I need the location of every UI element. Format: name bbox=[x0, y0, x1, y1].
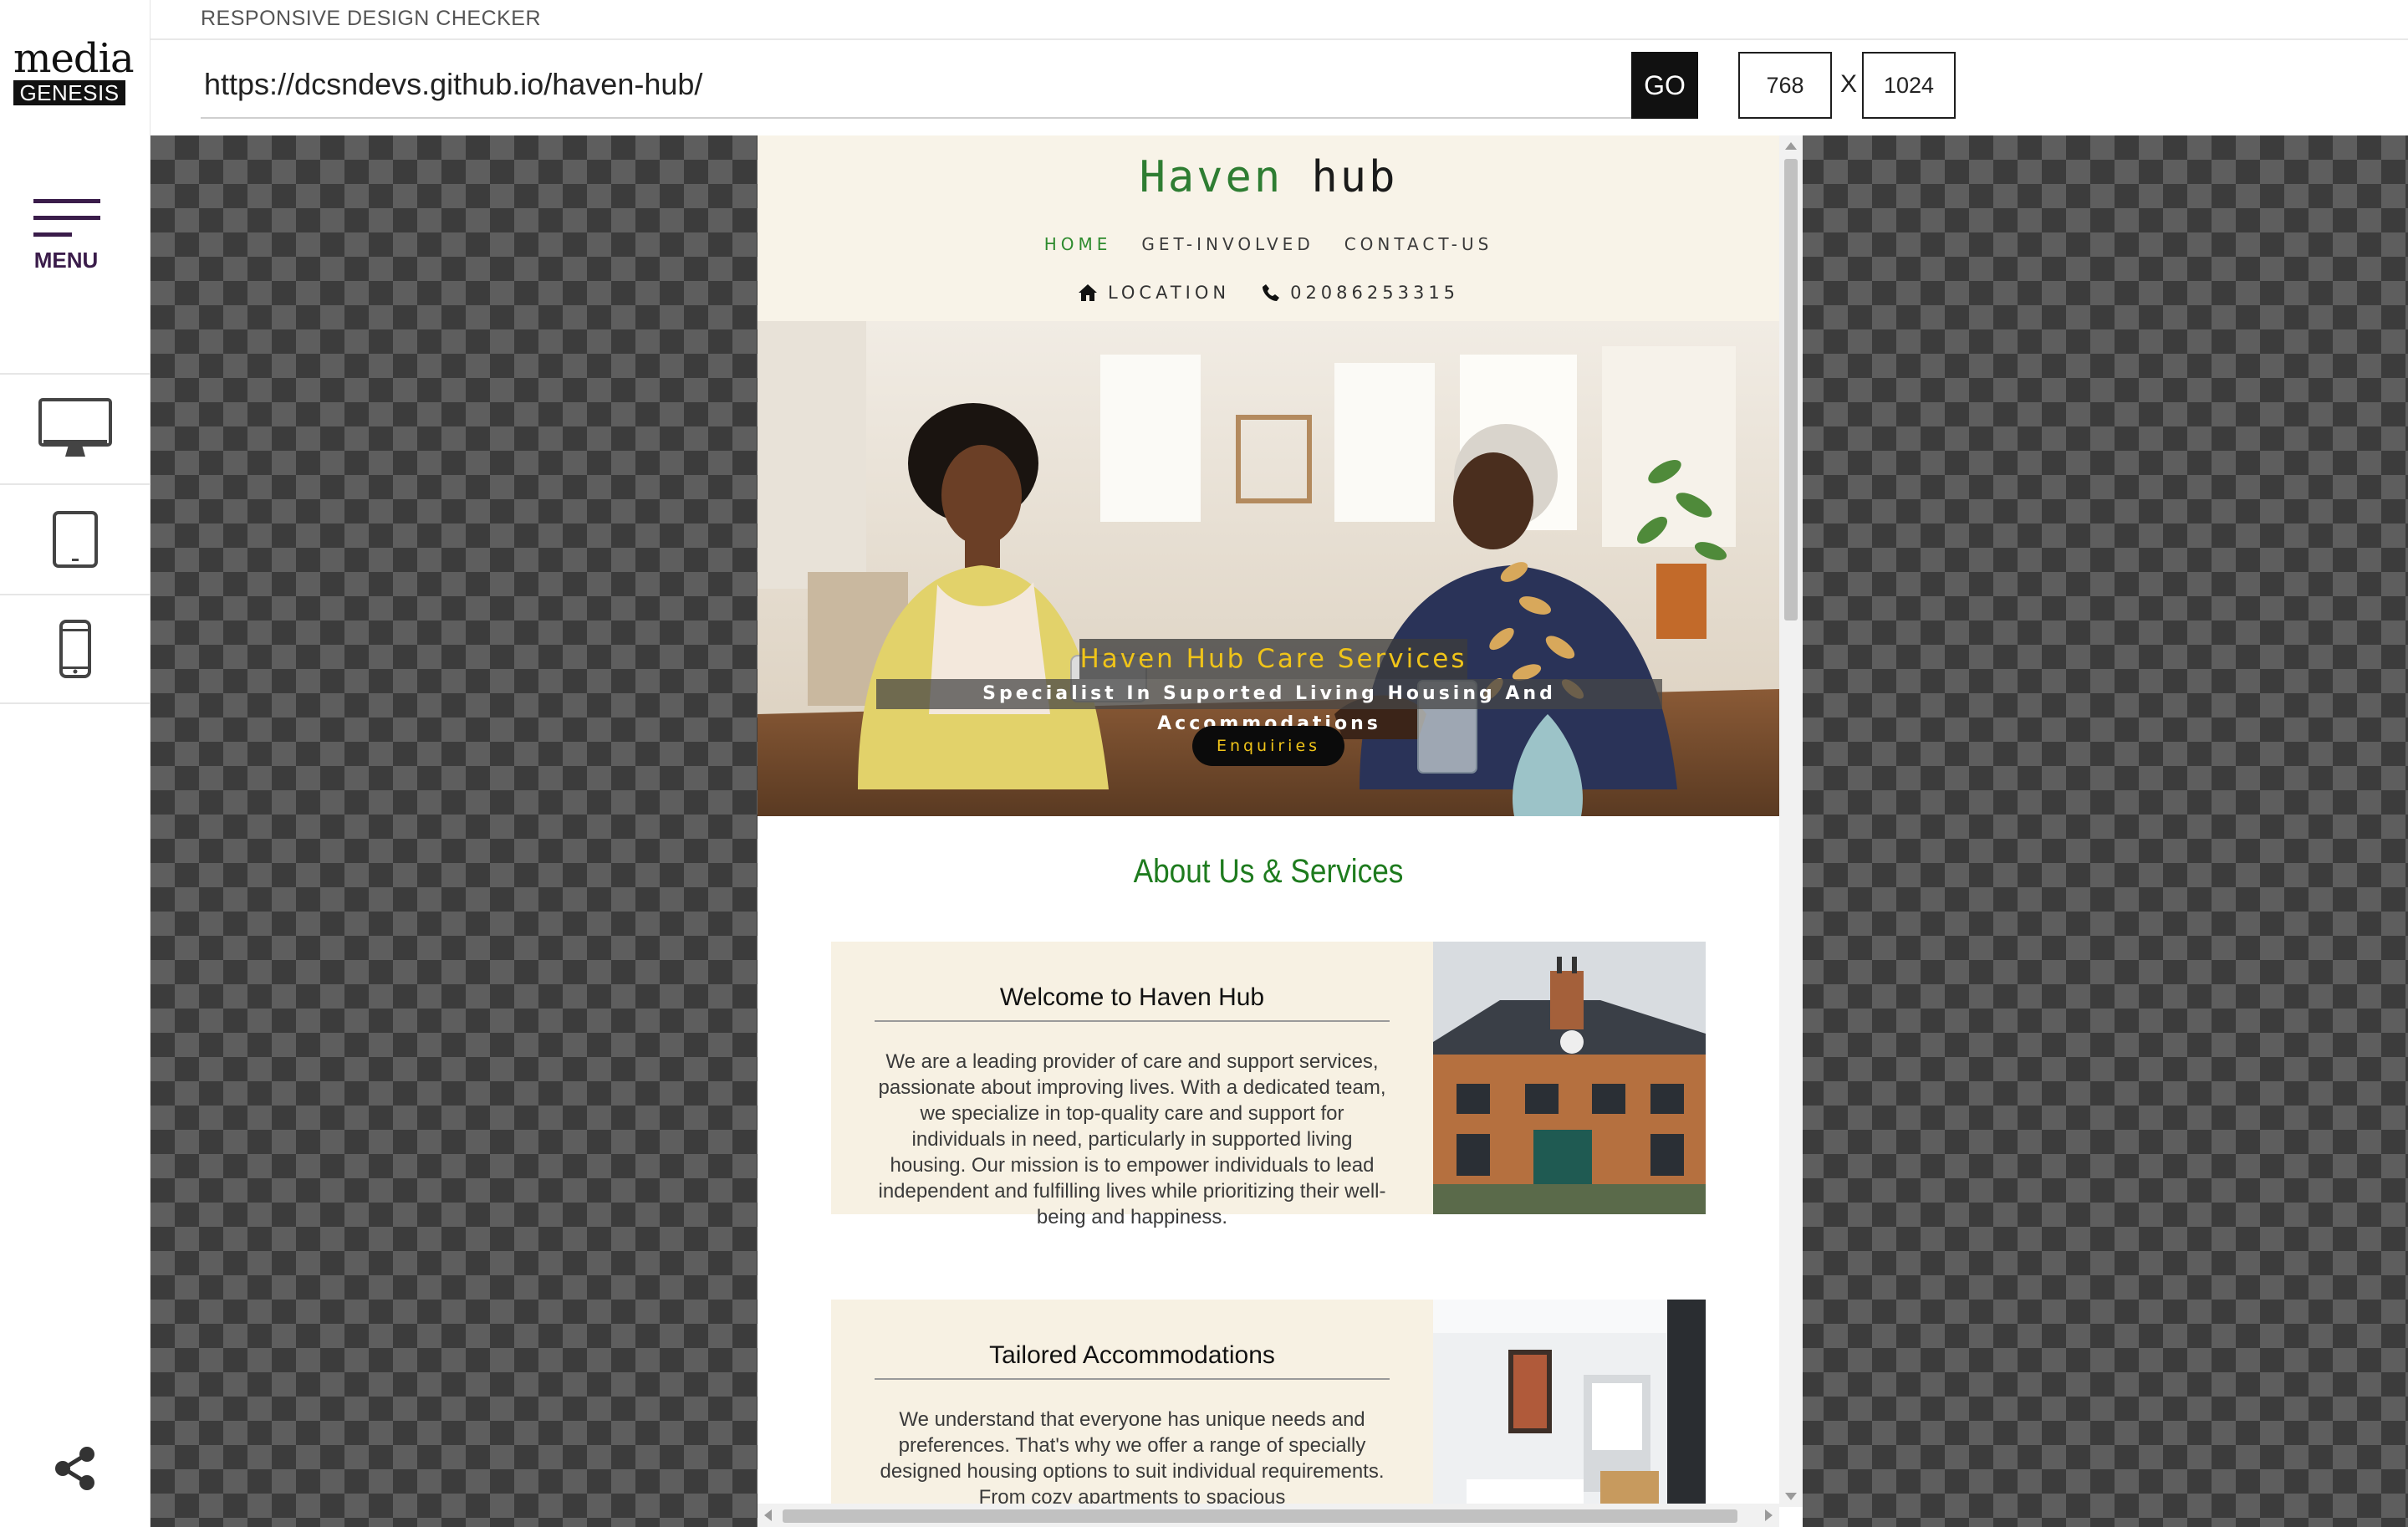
site-preview[interactable]: Haven hub HOME GET-INVOLVED CONTACT-US L… bbox=[758, 135, 1779, 1515]
phone-link[interactable]: 02086253315 bbox=[1262, 283, 1459, 303]
menu-button[interactable]: MENU bbox=[0, 186, 150, 286]
dimension-separator: X bbox=[1840, 70, 1858, 98]
logo-text-top: media bbox=[13, 35, 135, 82]
width-input[interactable] bbox=[1738, 52, 1832, 119]
site-nav: HOME GET-INVOLVED CONTACT-US bbox=[758, 234, 1779, 254]
nav-contact-us[interactable]: CONTACT-US bbox=[1344, 234, 1493, 254]
house-image bbox=[1433, 942, 1706, 1214]
device-frame: Haven hub HOME GET-INVOLVED CONTACT-US L… bbox=[758, 135, 1803, 1527]
height-input[interactable] bbox=[1862, 52, 1956, 119]
phone-icon bbox=[1263, 284, 1280, 301]
tablet-icon bbox=[53, 511, 98, 568]
hamburger-icon bbox=[33, 199, 100, 237]
mobile-view-button[interactable] bbox=[0, 594, 150, 704]
preview-canvas: Haven hub HOME GET-INVOLVED CONTACT-US L… bbox=[150, 135, 2408, 1527]
nav-home[interactable]: HOME bbox=[1044, 234, 1112, 254]
media-genesis-logo[interactable]: media GENESIS bbox=[13, 35, 135, 105]
service-card: Tailored Accommodations We understand th… bbox=[831, 1300, 1706, 1515]
sidebar: media GENESIS MENU bbox=[0, 0, 150, 1527]
brand-second-word: hub bbox=[1311, 152, 1398, 202]
about-heading: About Us & Services bbox=[1133, 853, 1404, 890]
menu-label: MENU bbox=[33, 248, 99, 273]
scroll-down-icon[interactable] bbox=[1785, 1493, 1797, 1500]
scroll-right-icon[interactable] bbox=[1765, 1509, 1773, 1521]
apartment-image bbox=[1433, 1300, 1706, 1515]
scroll-thumb[interactable] bbox=[1784, 159, 1798, 621]
hero-subtitle: Specialist In Suported Living Housing An… bbox=[876, 679, 1662, 734]
nav-get-involved[interactable]: GET-INVOLVED bbox=[1141, 234, 1314, 254]
horizontal-scrollbar[interactable] bbox=[758, 1504, 1779, 1527]
card-body: We understand that everyone has unique n… bbox=[880, 1408, 1385, 1509]
mobile-icon bbox=[59, 620, 91, 678]
logo-text-bottom: GENESIS bbox=[13, 80, 125, 105]
home-icon bbox=[1078, 284, 1097, 301]
card-text: Tailored Accommodations We understand th… bbox=[831, 1300, 1433, 1515]
service-card: Welcome to Haven Hub We are a leading pr… bbox=[831, 942, 1706, 1228]
scroll-thumb[interactable] bbox=[783, 1509, 1737, 1523]
card-text: Welcome to Haven Hub We are a leading pr… bbox=[831, 942, 1433, 1228]
divider bbox=[150, 38, 2408, 40]
desktop-icon bbox=[38, 398, 112, 457]
share-button[interactable] bbox=[52, 1445, 99, 1492]
hero-title: Haven Hub Care Services bbox=[1079, 639, 1467, 679]
card-title: Welcome to Haven Hub bbox=[875, 983, 1390, 1022]
site-header: Haven hub HOME GET-INVOLVED CONTACT-US L… bbox=[758, 135, 1779, 321]
location-label: LOCATION bbox=[1107, 283, 1231, 303]
phone-number: 02086253315 bbox=[1290, 283, 1460, 303]
brand-first-word: Haven bbox=[1139, 152, 1283, 202]
vertical-scrollbar[interactable] bbox=[1779, 135, 1803, 1507]
site-contact-bar: LOCATION 02086253315 bbox=[758, 283, 1779, 303]
site-brand[interactable]: Haven hub bbox=[758, 152, 1779, 202]
app-title: RESPONSIVE DESIGN CHECKER bbox=[201, 7, 542, 30]
card-title: Tailored Accommodations bbox=[875, 1341, 1390, 1380]
enquiries-button[interactable]: Enquiries bbox=[1192, 726, 1344, 766]
url-input[interactable] bbox=[201, 52, 1681, 119]
go-button[interactable]: GO bbox=[1631, 52, 1698, 119]
share-icon bbox=[55, 1447, 94, 1490]
desktop-view-button[interactable] bbox=[0, 373, 150, 483]
card-body: We are a leading provider of care and su… bbox=[878, 1050, 1386, 1228]
toolbar: RESPONSIVE DESIGN CHECKER GO X bbox=[150, 0, 2408, 135]
location-link[interactable]: LOCATION bbox=[1078, 283, 1230, 303]
tablet-view-button[interactable] bbox=[0, 483, 150, 594]
hero-banner: Haven Hub Care Services Specialist In Su… bbox=[758, 321, 1779, 816]
scroll-up-icon[interactable] bbox=[1785, 142, 1797, 150]
scroll-left-icon[interactable] bbox=[764, 1509, 772, 1521]
